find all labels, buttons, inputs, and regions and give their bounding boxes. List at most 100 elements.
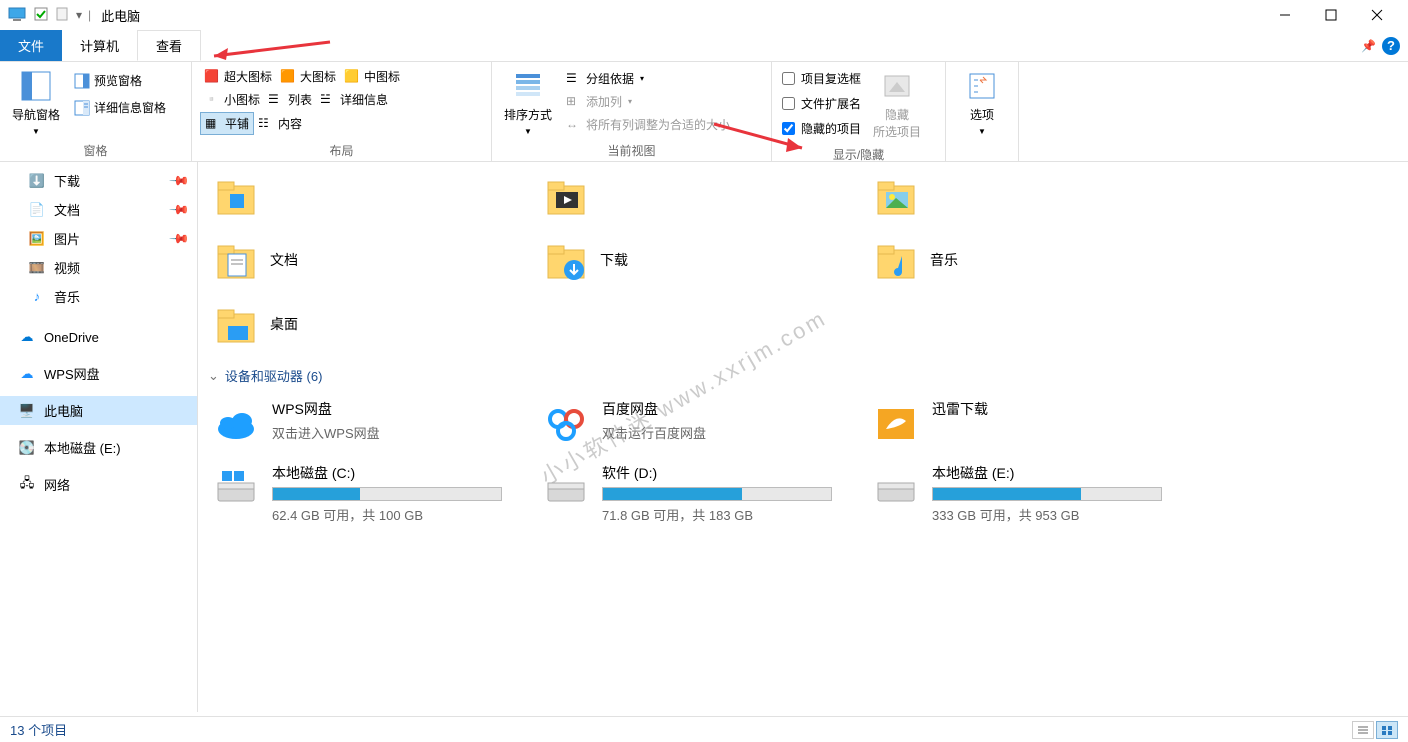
chevron-down-icon: ▾ — [628, 97, 632, 106]
sidebar-item-drive-e[interactable]: 💽本地磁盘 (E:) — [0, 433, 197, 462]
drive-name: 迅雷下载 — [932, 399, 1154, 419]
layout-small[interactable]: ▫️小图标 — [200, 89, 264, 110]
preview-pane-label: 预览窗格 — [94, 72, 142, 89]
sidebar-item-network[interactable]: 🖧网络 — [0, 470, 197, 499]
layout-medium[interactable]: 🟨中图标 — [340, 66, 404, 87]
sizecol-icon: ↔ — [566, 117, 582, 133]
sidebar-item-videos[interactable]: 🎞️视频 — [0, 253, 197, 282]
options-label: 选项 — [970, 106, 994, 123]
preview-pane-button[interactable]: 预览窗格 — [70, 70, 170, 91]
drive-sub: 双击运行百度网盘 — [602, 423, 824, 442]
documents-icon: 📄 — [28, 201, 46, 219]
folder-item-music[interactable]: 音乐 — [868, 232, 1158, 288]
small-icon: ▫️ — [204, 92, 220, 108]
hidden-items-toggle[interactable]: 隐藏的项目 — [780, 118, 863, 139]
sizecols-button: ↔将所有列调整为合适的大小 — [562, 114, 734, 135]
file-extensions-toggle[interactable]: 文件扩展名 — [780, 93, 863, 114]
videos-icon: 🎞️ — [28, 259, 46, 277]
onedrive-icon: ☁ — [18, 328, 36, 346]
group-panes-label: 窗格 — [8, 140, 183, 159]
sidebar-item-downloads[interactable]: ⬇️下载📌 — [0, 166, 197, 195]
layout-content[interactable]: ☷内容 — [254, 112, 306, 135]
music-icon: ♪ — [28, 288, 46, 306]
groupby-icon: ☰ — [566, 71, 582, 87]
close-button[interactable] — [1354, 0, 1400, 30]
details-icon: ☱ — [320, 92, 336, 108]
folder-item-3dobjects[interactable] — [208, 168, 498, 224]
large-icon: 🟧 — [280, 69, 296, 85]
list-icon: ☰ — [268, 92, 284, 108]
drive-sub: 333 GB 可用，共 953 GB — [932, 505, 1162, 524]
sidebar-item-pictures[interactable]: 🖼️图片📌 — [0, 224, 197, 253]
help-button[interactable]: ? — [1382, 37, 1400, 55]
ribbon-tabs: 文件 计算机 查看 📌 ? — [0, 30, 1408, 62]
content: ⬇️下载📌 📄文档📌 🖼️图片📌 🎞️视频 ♪音乐 ☁OneDrive ☁WPS… — [0, 162, 1408, 712]
folder-item-videos-top[interactable] — [538, 168, 828, 224]
divider: | — [88, 8, 91, 22]
drive-item-e[interactable]: 本地磁盘 (E:) 333 GB 可用，共 953 GB — [868, 459, 1158, 528]
dropdown-icon[interactable]: ▾ — [76, 8, 82, 22]
sidebar-item-wpsdisk[interactable]: ☁WPS网盘 — [0, 359, 197, 388]
navpane-label: 导航窗格 — [12, 106, 60, 123]
options-button[interactable]: 选项 ▼ — [954, 66, 1010, 140]
sort-button[interactable]: 排序方式 ▼ — [500, 66, 556, 140]
layout-large[interactable]: 🟧大图标 — [276, 66, 340, 87]
chevron-down-icon: ⌄ — [208, 368, 219, 384]
groupby-button[interactable]: ☰分组依据▾ — [562, 68, 734, 89]
tab-file[interactable]: 文件 — [0, 30, 62, 61]
tab-computer[interactable]: 计算机 — [62, 30, 137, 61]
drive-item-wps[interactable]: WPS网盘双击进入WPS网盘 — [208, 395, 498, 451]
drive-e-bar — [932, 487, 1162, 501]
details-pane-label: 详细信息窗格 — [94, 99, 166, 116]
tiles-view-button[interactable] — [1376, 721, 1398, 739]
minimize-button[interactable] — [1262, 0, 1308, 30]
layout-tiles[interactable]: ▦平铺 — [200, 112, 254, 135]
tab-view[interactable]: 查看 — [137, 30, 201, 61]
ribbon-group-showhide: 项目复选框 文件扩展名 隐藏的项目 隐藏 所选项目 显示/隐藏 — [772, 62, 946, 161]
layout-extralarge[interactable]: 🟥超大图标 — [200, 66, 276, 87]
sidebar-item-documents[interactable]: 📄文档📌 — [0, 195, 197, 224]
checkbox-icon[interactable] — [34, 7, 48, 24]
file-icon[interactable] — [56, 7, 68, 24]
drive-name: 本地磁盘 (C:) — [272, 463, 502, 483]
drive-item-d[interactable]: 软件 (D:) 71.8 GB 可用，共 183 GB — [538, 459, 828, 528]
navpane-button[interactable]: 导航窗格 ▼ — [8, 66, 64, 140]
folder-item-pictures-top[interactable] — [868, 168, 1158, 224]
details-view-button[interactable] — [1352, 721, 1374, 739]
addcolumns-button: ⊞添加列▾ — [562, 91, 734, 112]
sidebar-item-music[interactable]: ♪音乐 — [0, 282, 197, 311]
folder-label: 音乐 — [930, 250, 958, 270]
tiles-icon: ▦ — [205, 116, 221, 132]
group-options-label — [954, 143, 1010, 159]
layout-details[interactable]: ☱详细信息 — [316, 89, 392, 110]
ribbon: 导航窗格 ▼ 预览窗格 详细信息窗格 窗格 🟥超大图标 🟧大图标 🟨中 — [0, 62, 1408, 162]
item-checkboxes-toggle[interactable]: 项目复选框 — [780, 68, 863, 89]
group-layout-label: 布局 — [200, 140, 483, 159]
maximize-button[interactable] — [1308, 0, 1354, 30]
drive-e-icon — [872, 463, 920, 511]
details-pane-button[interactable]: 详细信息窗格 — [70, 97, 170, 118]
group-devices-header[interactable]: ⌄ 设备和驱动器 (6) — [208, 366, 1398, 385]
hide-selected-button: 隐藏 所选项目 — [869, 66, 925, 144]
group-devices-label: 设备和驱动器 (6) — [225, 366, 323, 385]
folder-item-documents[interactable]: 文档 — [208, 232, 498, 288]
pushpin-icon[interactable]: 📌 — [1361, 39, 1376, 53]
layout-list[interactable]: ☰列表 — [264, 89, 316, 110]
pin-icon: 📌 — [168, 169, 191, 192]
chevron-down-icon: ▼ — [978, 127, 986, 136]
drive-name: WPS网盘 — [272, 399, 494, 419]
drive-item-baidu[interactable]: 百度网盘双击运行百度网盘 — [538, 395, 828, 451]
pin-icon: 📌 — [168, 198, 191, 221]
titlebar: ▾ | 此电脑 — [0, 0, 1408, 30]
medium-icon: 🟨 — [344, 69, 360, 85]
sidebar-item-onedrive[interactable]: ☁OneDrive — [0, 323, 197, 351]
sidebar-item-thispc[interactable]: 🖥️此电脑 — [0, 396, 197, 425]
addcol-icon: ⊞ — [566, 94, 582, 110]
drive-name: 百度网盘 — [602, 399, 824, 419]
drive-item-c[interactable]: 本地磁盘 (C:) 62.4 GB 可用，共 100 GB — [208, 459, 498, 528]
folder-item-downloads[interactable]: 下载 — [538, 232, 828, 288]
folder-item-desktop[interactable]: 桌面 — [208, 296, 498, 352]
drive-sub: 71.8 GB 可用，共 183 GB — [602, 505, 832, 524]
folder-label: 桌面 — [270, 314, 298, 334]
drive-item-xunlei[interactable]: 迅雷下载 — [868, 395, 1158, 451]
